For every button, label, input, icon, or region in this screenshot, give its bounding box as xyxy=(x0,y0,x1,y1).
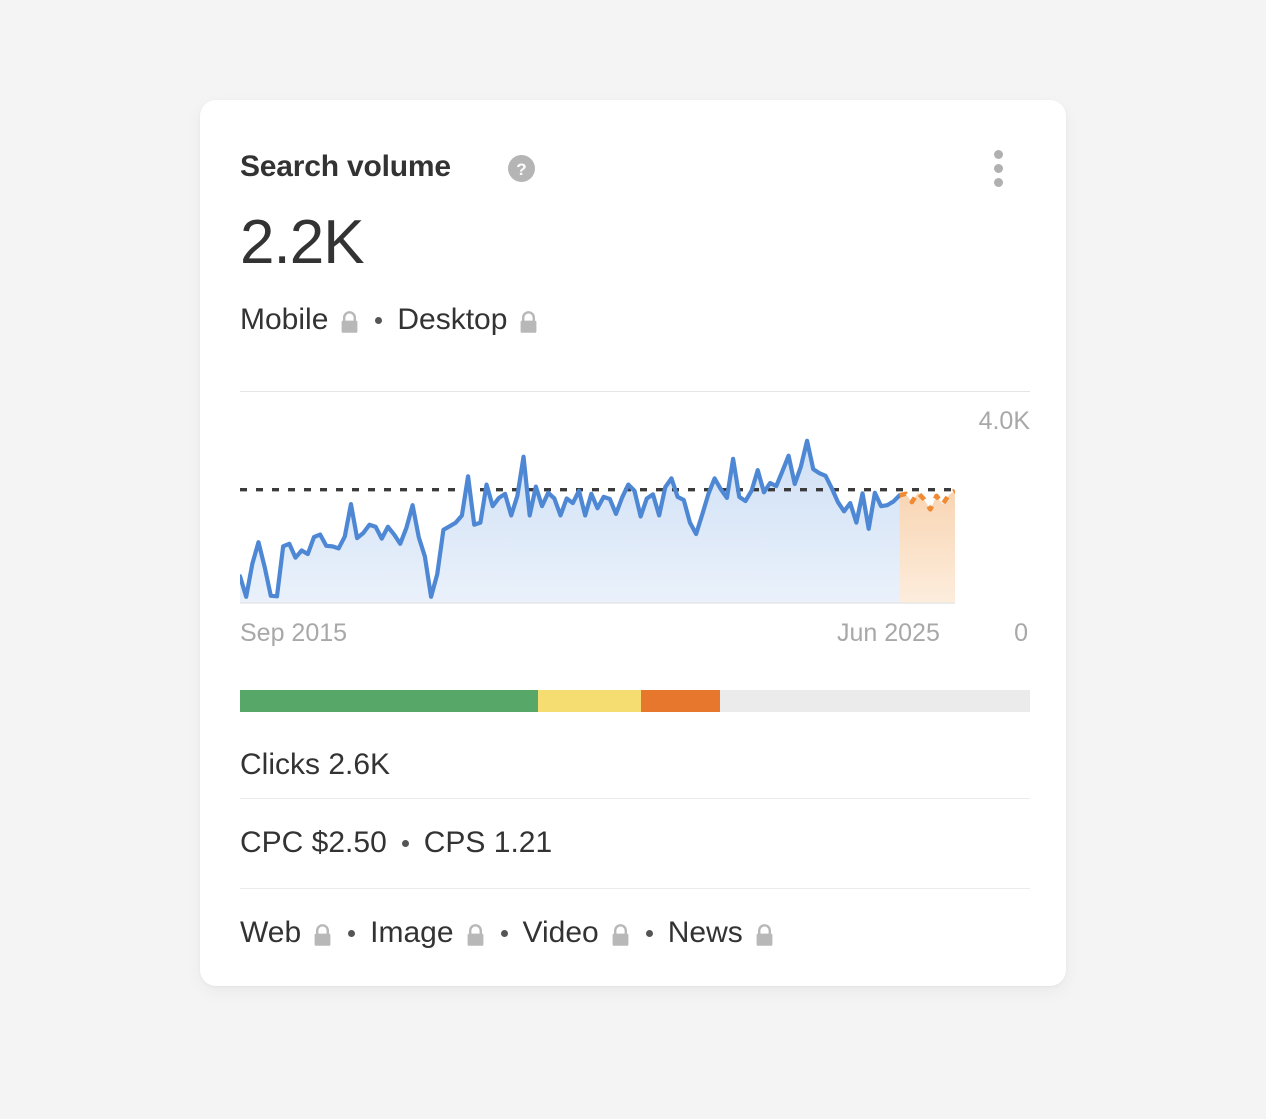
result-type-image[interactable]: Image xyxy=(370,916,453,950)
divider xyxy=(240,888,1030,889)
lock-icon xyxy=(339,310,360,334)
separator-dot xyxy=(645,929,653,937)
result-type-news[interactable]: News xyxy=(668,916,743,950)
chart-svg xyxy=(240,438,955,604)
lock-icon xyxy=(754,923,775,947)
result-types-row: Web Image Video News xyxy=(240,912,775,954)
difficulty-segment-medium xyxy=(537,690,641,712)
device-mobile[interactable]: Mobile xyxy=(240,300,360,340)
chart-x-end-label: Jun 2025 xyxy=(837,619,940,647)
clicks-row: Clicks 2.6K xyxy=(240,748,391,781)
svg-text:?: ? xyxy=(516,160,526,179)
kebab-dot xyxy=(993,178,1003,187)
difficulty-segment-hard xyxy=(640,690,721,712)
card-header: Search volume ? xyxy=(240,145,1030,189)
divider xyxy=(240,798,1030,799)
chart-plot-area xyxy=(240,391,955,604)
card-content: Search volume ? 2.2K Mobile Desktop 4.0K… xyxy=(240,100,1030,986)
kebab-dot xyxy=(993,164,1003,173)
separator-dot xyxy=(401,839,409,847)
kebab-dot xyxy=(993,150,1003,159)
search-volume-card: Search volume ? 2.2K Mobile Desktop 4.0K… xyxy=(200,100,1066,986)
lock-icon xyxy=(312,923,333,947)
result-type-video[interactable]: Video xyxy=(523,916,599,950)
search-volume-chart[interactable]: 4.0K 0 Sep 2015 Jun 2025 xyxy=(240,391,1030,661)
lock-icon xyxy=(465,923,486,947)
difficulty-bar xyxy=(240,690,1030,712)
result-type-web[interactable]: Web xyxy=(240,916,301,950)
separator-dot xyxy=(375,316,383,324)
device-breakdown: Mobile Desktop xyxy=(240,300,539,340)
lock-icon xyxy=(518,310,539,334)
device-desktop-label: Desktop xyxy=(397,303,508,336)
help-circle-icon[interactable]: ? xyxy=(508,155,535,182)
kebab-menu-icon[interactable] xyxy=(986,150,1010,187)
separator-dot xyxy=(500,929,508,937)
device-mobile-label: Mobile xyxy=(240,303,329,336)
search-volume-value: 2.2K xyxy=(240,208,365,277)
page-title: Search volume xyxy=(240,150,451,183)
chart-y-max-label: 4.0K xyxy=(978,407,1030,435)
lock-icon xyxy=(610,923,631,947)
difficulty-segment-remaining xyxy=(720,690,1030,712)
difficulty-segment-easy xyxy=(240,690,538,712)
chart-x-start-label: Sep 2015 xyxy=(240,619,348,647)
device-desktop[interactable]: Desktop xyxy=(397,300,539,340)
cpc-value: CPC $2.50 xyxy=(240,826,387,859)
cps-value: CPS 1.21 xyxy=(423,826,553,859)
chart-y-min-label: 0 xyxy=(1014,619,1028,647)
separator-dot xyxy=(348,929,356,937)
cost-metrics-row: CPC $2.50 CPS 1.21 xyxy=(240,822,552,864)
